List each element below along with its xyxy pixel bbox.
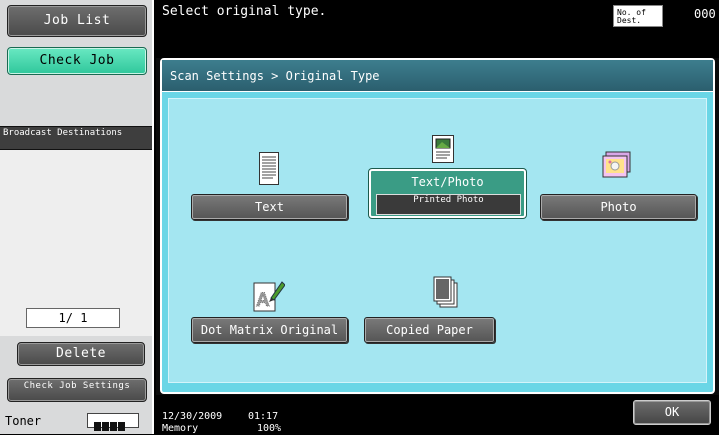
date-display: 12/30/2009 (162, 411, 223, 422)
check-job-settings-button[interactable]: Check Job Settings (7, 378, 147, 402)
text-document-icon (259, 152, 279, 185)
main-area: Scan Settings > Original Type Text Text/… (156, 58, 719, 395)
memory-label: Memory (162, 423, 199, 434)
time-display: 01:17 (248, 411, 279, 422)
dot-matrix-icon: A (253, 281, 285, 312)
text-option-button[interactable]: Text (191, 194, 348, 220)
copied-paper-icon (433, 276, 458, 308)
memory-value: 100% (257, 423, 282, 434)
dest-count-label: No. of Dest. (613, 5, 663, 27)
text-photo-label: Text/Photo (411, 175, 484, 189)
dot-matrix-option-button[interactable]: Dot Matrix Original (191, 317, 348, 343)
job-list-button[interactable]: Job List (7, 5, 147, 37)
sidebar: Job List Check Job Broadcast Destination… (0, 0, 154, 434)
delete-button[interactable]: Delete (17, 342, 145, 366)
ok-button[interactable]: OK (633, 400, 711, 425)
photo-option-button[interactable]: Photo (540, 194, 697, 220)
instruction-message: Select original type. (162, 4, 327, 19)
status-bar: 12/30/2009 01:17 Memory 100% OK (156, 395, 719, 434)
toner-level-icon (87, 413, 139, 431)
check-job-button[interactable]: Check Job (7, 47, 147, 75)
options-area: Text Text/Photo Printed Photo Photo A Do… (168, 98, 707, 383)
photo-icon (602, 151, 631, 178)
printed-photo-sub-label: Printed Photo (376, 194, 521, 215)
copied-paper-option-button[interactable]: Copied Paper (364, 317, 495, 343)
breadcrumb: Scan Settings > Original Type (162, 60, 713, 92)
original-type-panel: Scan Settings > Original Type Text Text/… (160, 58, 715, 394)
toner-label: Toner (5, 414, 42, 428)
text-photo-option-button[interactable]: Text/Photo Printed Photo (369, 169, 526, 218)
dest-count: 000 (694, 7, 716, 21)
text-photo-document-icon (432, 135, 454, 163)
broadcast-destinations-header: Broadcast Destinations (0, 126, 152, 150)
svg-text:A: A (256, 290, 270, 311)
page-counter: 1/ 1 (26, 308, 120, 328)
message-bar: Select original type. No. of Dest. 000 (156, 0, 719, 58)
